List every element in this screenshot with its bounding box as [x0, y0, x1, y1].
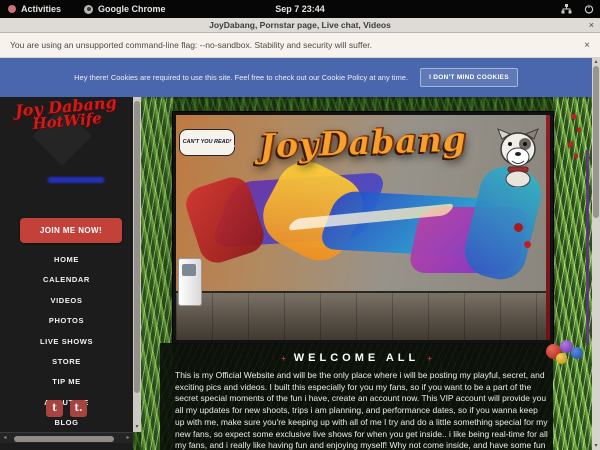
decor-purple-stripe: [586, 150, 589, 345]
sidebar-item-home[interactable]: HOME: [0, 250, 133, 270]
cookie-banner: Hey there! Cookies are required to use t…: [0, 58, 592, 97]
scrollbar-thumb[interactable]: [593, 66, 599, 218]
header-banner-image: CAN'T YOU READ! JoyDabang: [173, 112, 553, 343]
decor-berry: [577, 128, 581, 132]
sidebar-horizontal-scrollbar[interactable]: ◂ ▸: [0, 432, 133, 443]
sidebar-vertical-scrollbar[interactable]: ▾: [133, 97, 141, 432]
welcome-paragraph: This is my Official Website and will be …: [175, 370, 549, 450]
join-me-now-button[interactable]: JOIN ME NOW!: [20, 218, 122, 243]
sidebar-item-videos[interactable]: VIDEOS: [0, 291, 133, 311]
graffiti-ball: [514, 223, 523, 232]
page-scrollbar[interactable]: ▴ ▾: [592, 58, 600, 450]
window-titlebar[interactable]: JoyDabang, Pornstar page, Live chat, Vid…: [0, 18, 600, 33]
twitter-icon[interactable]: t: [46, 400, 63, 417]
sidebar-item-live-shows[interactable]: LIVE SHOWS: [0, 332, 133, 352]
browser-viewport: Hey there! Cookies are required to use t…: [0, 58, 600, 450]
sidebar-hscroll-right-arrow-icon[interactable]: ▸: [123, 433, 133, 444]
window-close-button[interactable]: ×: [589, 18, 594, 33]
window-title: JoyDabang, Pornstar page, Live chat, Vid…: [209, 20, 391, 30]
decor-berry: [571, 114, 576, 119]
heading-bullet-icon: +: [281, 354, 286, 363]
bulldog-graffiti-icon: [496, 127, 540, 192]
decor-ornament-blue: [571, 347, 583, 359]
power-icon[interactable]: [584, 4, 594, 14]
infobar-close-button[interactable]: ×: [584, 40, 590, 51]
tumblr-icon[interactable]: t.: [70, 400, 87, 417]
heading-bullet-icon: +: [427, 354, 432, 363]
sidebar-item-calendar[interactable]: CALENDAR: [0, 270, 133, 290]
banner-red-edge: [546, 115, 550, 340]
sidebar: Joy Dabang HotWife JOIN ME NOW! HOME CAL…: [0, 97, 133, 450]
chrome-infobar: You are using an unsupported command-lin…: [0, 33, 600, 58]
banner-stage-floor: [176, 291, 550, 340]
accept-cookies-button[interactable]: I DON'T MIND COOKIES: [420, 68, 518, 87]
sidebar-hscroll-thumb[interactable]: [14, 436, 114, 442]
decor-berry: [568, 142, 573, 147]
network-tree-icon[interactable]: [561, 4, 572, 14]
sidebar-item-photos[interactable]: PHOTOS: [0, 311, 133, 331]
site-logo[interactable]: Joy Dabang HotWife: [0, 93, 134, 134]
scrollbar-up-arrow-icon[interactable]: ▴: [592, 58, 600, 66]
main-content: + WELCOME ALL + This is my Official Webs…: [160, 343, 553, 450]
cookie-message: Hey there! Cookies are required to use t…: [74, 73, 408, 82]
welcome-heading: WELCOME ALL: [294, 352, 419, 364]
social-links: t t.: [0, 400, 133, 417]
sidebar-hscroll-left-arrow-icon[interactable]: ◂: [0, 433, 10, 444]
scrollbar-down-arrow-icon[interactable]: ▾: [592, 442, 600, 450]
infobar-message: You are using an unsupported command-lin…: [10, 40, 372, 50]
sidebar-item-tip-me[interactable]: TIP ME: [0, 372, 133, 392]
clock[interactable]: Sep 7 23:44: [0, 4, 600, 14]
logo-link-blurred[interactable]: [48, 177, 104, 183]
system-top-bar: Activities Google Chrome Sep 7 23:44: [0, 0, 600, 18]
decor-berry: [574, 154, 578, 158]
sidebar-vscroll-down-arrow-icon[interactable]: ▾: [133, 423, 141, 432]
sidebar-vscroll-thumb[interactable]: [134, 101, 140, 393]
sidebar-item-store[interactable]: STORE: [0, 352, 133, 372]
welcome-heading-row: + WELCOME ALL +: [160, 352, 553, 364]
screen: Activities Google Chrome Sep 7 23:44 Joy…: [0, 0, 600, 450]
truck-corner: [178, 258, 202, 306]
decor-ornament-yellow: [556, 353, 567, 364]
graffiti-ball: [524, 241, 531, 248]
